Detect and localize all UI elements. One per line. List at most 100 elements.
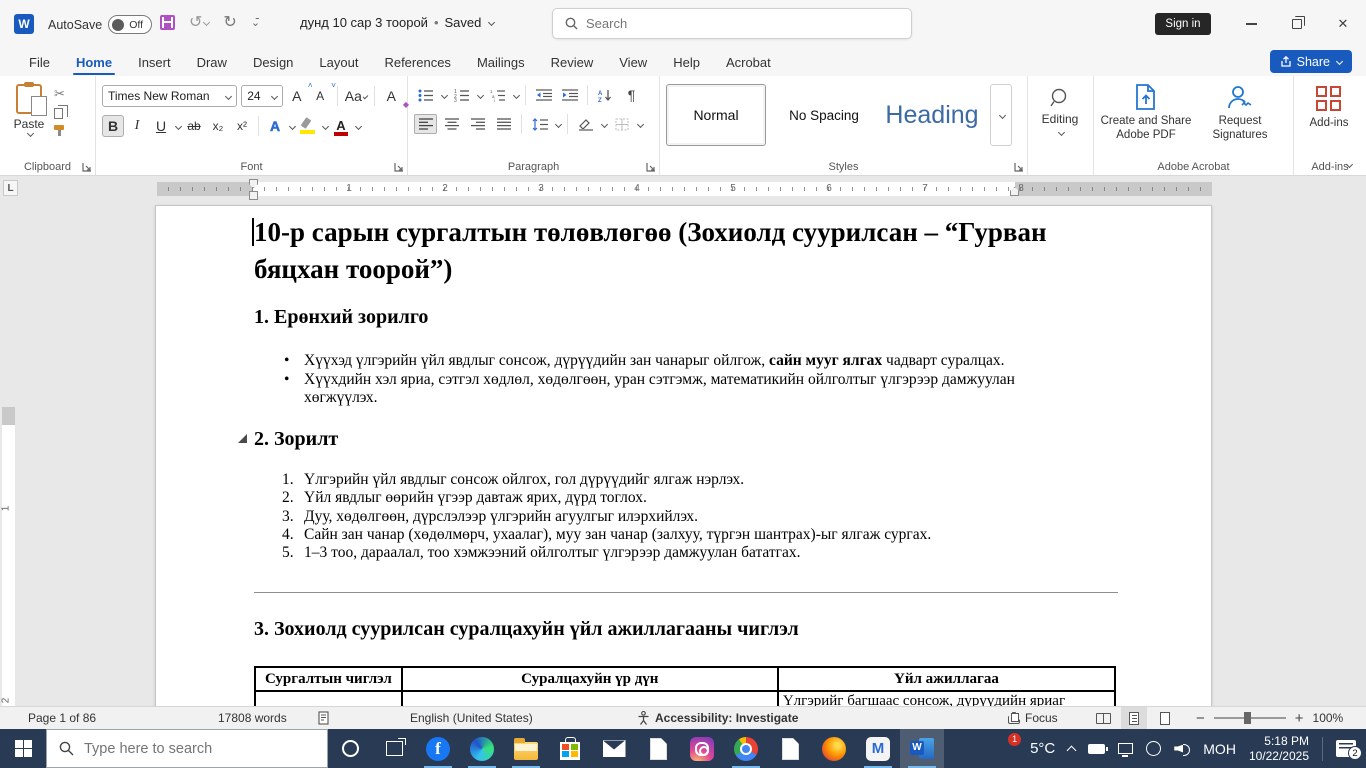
font-name-combo[interactable]: Times New Roman [102, 85, 238, 107]
italic-button[interactable]: I [126, 115, 148, 137]
tab-layout[interactable]: Layout [306, 48, 371, 76]
page-indicator[interactable]: Page 1 of 86 [28, 707, 96, 729]
weather-widget[interactable]: 1 [993, 732, 1022, 761]
search-box[interactable] [552, 8, 912, 39]
font-dialog-launcher-icon[interactable] [394, 162, 404, 172]
autosave-control[interactable]: AutoSave Off [48, 15, 153, 34]
borders-dropdown-icon[interactable] [636, 120, 645, 128]
ime-icon[interactable] [1146, 739, 1162, 756]
search-input[interactable] [586, 16, 866, 31]
tab-design[interactable]: Design [240, 48, 306, 76]
underline-button[interactable]: U [150, 115, 172, 137]
zoom-out-button[interactable]: − [1196, 710, 1205, 727]
volume-icon[interactable] [1174, 742, 1191, 756]
styles-dialog-launcher-icon[interactable] [1014, 162, 1024, 172]
increase-indent-button[interactable] [558, 85, 581, 105]
sort-button[interactable]: AZ [594, 85, 617, 105]
tab-draw[interactable]: Draw [184, 48, 240, 76]
tab-help[interactable]: Help [660, 48, 713, 76]
redo-icon[interactable]: ↻ [223, 12, 236, 32]
multilevel-list-button[interactable]: 1ai [486, 85, 509, 105]
taskbar-instagram[interactable] [680, 729, 724, 768]
cut-icon[interactable]: ✂ [54, 86, 65, 102]
request-signatures-button[interactable]: Request Signatures [1198, 84, 1282, 143]
text-effects-dropdown-icon[interactable] [288, 122, 297, 130]
bold-button[interactable]: B [102, 115, 124, 137]
taskbar-document-app[interactable] [636, 729, 680, 768]
superscript-button[interactable]: x² [231, 115, 253, 137]
multilevel-list-dropdown-icon[interactable] [512, 91, 521, 99]
document-page[interactable]: 10-р сарын сургалтын төлөвлөгөө (Зохиолд… [155, 205, 1212, 706]
text-effects-button[interactable]: A [264, 115, 286, 137]
addins-button[interactable]: Add-ins [1300, 86, 1358, 130]
tab-mailings[interactable]: Mailings [464, 48, 538, 76]
tab-selector[interactable]: L [3, 180, 18, 196]
share-button[interactable]: Share [1269, 50, 1352, 73]
taskbar-search-input[interactable] [84, 740, 304, 757]
font-color-button[interactable]: A [330, 115, 352, 137]
change-case-button[interactable]: Aa [345, 85, 369, 107]
start-button[interactable] [0, 729, 46, 768]
taskbar-chrome[interactable] [724, 729, 768, 768]
underline-dropdown-icon[interactable] [174, 122, 183, 130]
shrink-font-button[interactable]: A ˅ [311, 81, 336, 107]
action-center-button[interactable]: 2 [1336, 740, 1362, 760]
copy-icon[interactable] [54, 105, 68, 119]
zoom-in-button[interactable]: + [1295, 710, 1304, 727]
taskbar-edge[interactable] [460, 729, 504, 768]
editing-button[interactable]: Editing [1034, 88, 1086, 137]
grow-font-button[interactable]: A ˄ [287, 81, 312, 107]
bullet-list-dropdown-icon[interactable] [440, 91, 449, 99]
align-right-button[interactable] [466, 114, 489, 134]
save-icon[interactable] [160, 14, 175, 30]
format-painter-icon[interactable] [54, 125, 65, 136]
task-view-button[interactable] [372, 729, 416, 768]
focus-button[interactable]: Focus [1008, 707, 1058, 729]
clipboard-dialog-launcher-icon[interactable] [82, 162, 92, 172]
cortana-button[interactable] [328, 729, 372, 768]
taskbar-search-box[interactable] [46, 729, 328, 768]
zoom-level[interactable]: 100% [1313, 711, 1344, 725]
tab-home[interactable]: Home [63, 48, 125, 76]
vertical-ruler[interactable]: 1 2 3 [0, 407, 15, 706]
style-no-spacing[interactable]: No Spacing [774, 84, 874, 146]
styles-gallery-more-button[interactable] [990, 84, 1012, 146]
zoom-slider-handle[interactable] [1243, 712, 1251, 724]
style-normal[interactable]: Normal [666, 84, 766, 146]
taskbar-firefox[interactable] [812, 729, 856, 768]
highlight-dropdown-icon[interactable] [321, 122, 330, 130]
document-title-area[interactable]: дунд 10 сар 3 тоорой • Saved [300, 15, 496, 30]
style-heading[interactable]: Heading [882, 84, 982, 146]
hanging-indent-marker[interactable] [249, 191, 258, 200]
battery-icon[interactable] [1088, 743, 1109, 754]
clear-formatting-button[interactable]: A [382, 85, 410, 109]
tab-file[interactable]: File [16, 48, 63, 76]
clock[interactable]: 5:18 PM 10/22/2025 [1249, 734, 1309, 764]
taskbar-store[interactable] [548, 729, 592, 768]
paste-button[interactable]: Paste [6, 82, 52, 157]
numbered-list-dropdown-icon[interactable] [476, 91, 485, 99]
show-formatting-marks-button[interactable]: ¶ [620, 85, 643, 105]
tray-expand-icon[interactable] [1066, 745, 1077, 755]
subscript-button[interactable]: x₂ [207, 115, 229, 137]
accessibility-status[interactable]: Accessibility: Investigate [637, 707, 798, 729]
align-center-button[interactable] [440, 114, 463, 134]
sign-in-button[interactable]: Sign in [1155, 13, 1211, 35]
line-spacing-button[interactable] [528, 114, 551, 134]
font-size-combo[interactable]: 24 [241, 85, 284, 107]
network-icon[interactable] [1118, 743, 1134, 757]
tab-review[interactable]: Review [538, 48, 607, 76]
numbered-list-button[interactable]: 123 [450, 85, 473, 105]
taskbar-document-app-2[interactable] [768, 729, 812, 768]
heading-collapse-icon[interactable] [238, 434, 247, 443]
justify-button[interactable] [492, 114, 515, 134]
customize-quick-access-icon[interactable]: ⌄̄ [251, 16, 260, 29]
proofing-icon[interactable] [318, 707, 330, 729]
paragraph-dialog-launcher-icon[interactable] [646, 162, 656, 172]
strikethrough-button[interactable]: ab [183, 115, 205, 137]
taskbar-word[interactable]: W [900, 729, 944, 768]
keyboard-language[interactable]: МОН [1203, 741, 1236, 757]
web-layout-button[interactable] [1152, 707, 1178, 729]
horizontal-ruler[interactable]: 1 2 3 4 5 6 7 8 [157, 182, 1212, 200]
taskbar-facebook[interactable]: f [416, 729, 460, 768]
